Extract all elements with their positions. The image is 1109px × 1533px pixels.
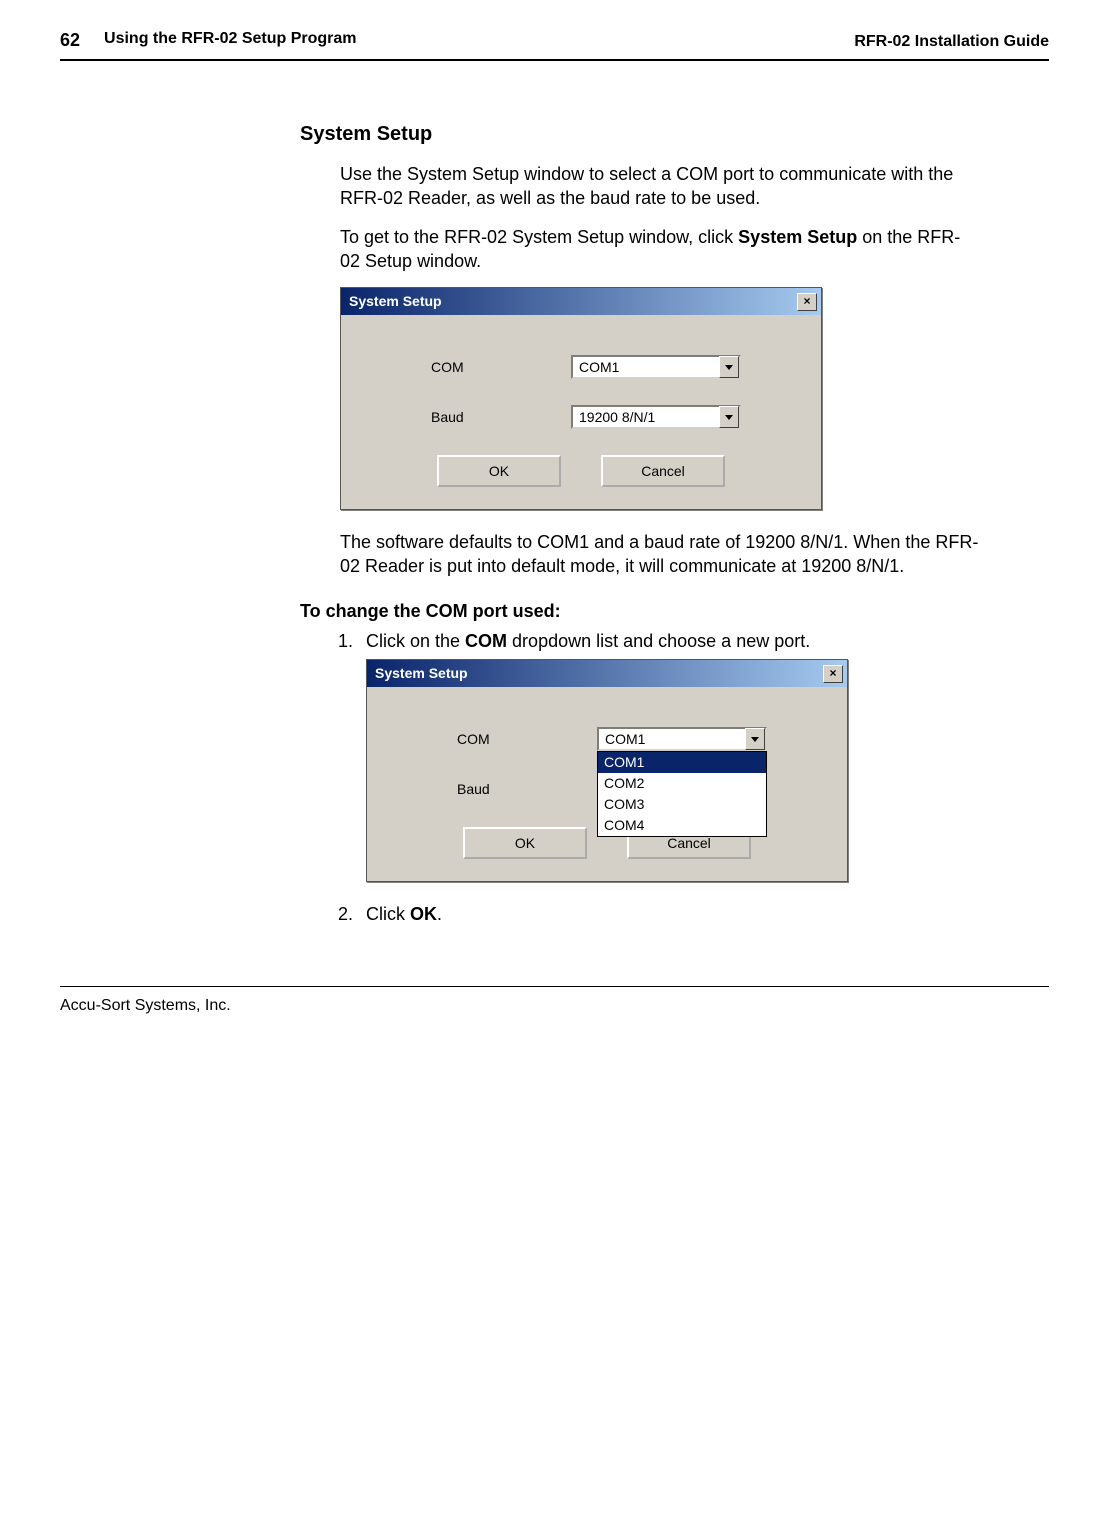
- com-dropdown[interactable]: COM1: [571, 355, 741, 379]
- system-setup-dialog: System Setup × COM COM1 Baud: [340, 287, 822, 510]
- com-dropdown-open[interactable]: COM1 COM1 COM2 COM3 COM4: [597, 727, 767, 751]
- baud-value: 19200 8/N/1: [573, 408, 719, 427]
- dialog-title: System Setup: [349, 292, 442, 311]
- close-button[interactable]: ×: [797, 293, 817, 311]
- com-value: COM1: [599, 730, 745, 749]
- ok-button[interactable]: OK: [463, 827, 587, 859]
- com-option[interactable]: COM2: [598, 773, 766, 794]
- page-number: 62: [60, 30, 80, 51]
- baud-label: Baud: [397, 780, 597, 799]
- close-button[interactable]: ×: [823, 665, 843, 683]
- com-label: COM: [371, 358, 571, 377]
- intro-paragraph: Use the System Setup window to select a …: [340, 162, 980, 211]
- dialog-title: System Setup: [375, 664, 468, 683]
- chevron-down-icon[interactable]: [745, 728, 765, 750]
- chevron-down-icon[interactable]: [719, 356, 739, 378]
- baud-dropdown[interactable]: 19200 8/N/1: [571, 405, 741, 429]
- cancel-button[interactable]: Cancel: [601, 455, 725, 487]
- footer-text: Accu-Sort Systems, Inc.: [60, 997, 1049, 1015]
- com-label: COM: [397, 730, 597, 749]
- change-heading: To change the COM port used:: [300, 599, 980, 623]
- defaults-paragraph: The software defaults to COM1 and a baud…: [340, 530, 980, 579]
- step-1: Click on the COM dropdown list and choos…: [358, 629, 980, 882]
- section-title: System Setup: [300, 121, 980, 148]
- ok-button[interactable]: OK: [437, 455, 561, 487]
- chevron-down-icon[interactable]: [719, 406, 739, 428]
- system-setup-dialog-open: System Setup × COM COM1: [366, 659, 848, 882]
- page-header: 62 Using the RFR-02 Setup Program RFR-02…: [60, 30, 1049, 51]
- header-divider: [60, 59, 1049, 61]
- com-option[interactable]: COM4: [598, 815, 766, 836]
- com-option[interactable]: COM1: [598, 752, 766, 773]
- header-section: Using the RFR-02 Setup Program: [104, 30, 356, 51]
- baud-label: Baud: [371, 408, 571, 427]
- com-dropdown-list: COM1 COM2 COM3 COM4: [597, 751, 767, 837]
- dialog-titlebar: System Setup ×: [367, 660, 847, 687]
- step-2: Click OK.: [358, 902, 980, 926]
- header-guide: RFR-02 Installation Guide: [854, 33, 1049, 51]
- com-option[interactable]: COM3: [598, 794, 766, 815]
- com-value: COM1: [573, 358, 719, 377]
- nav-paragraph: To get to the RFR-02 System Setup window…: [340, 225, 980, 274]
- footer-divider: [60, 986, 1049, 987]
- dialog-titlebar: System Setup ×: [341, 288, 821, 315]
